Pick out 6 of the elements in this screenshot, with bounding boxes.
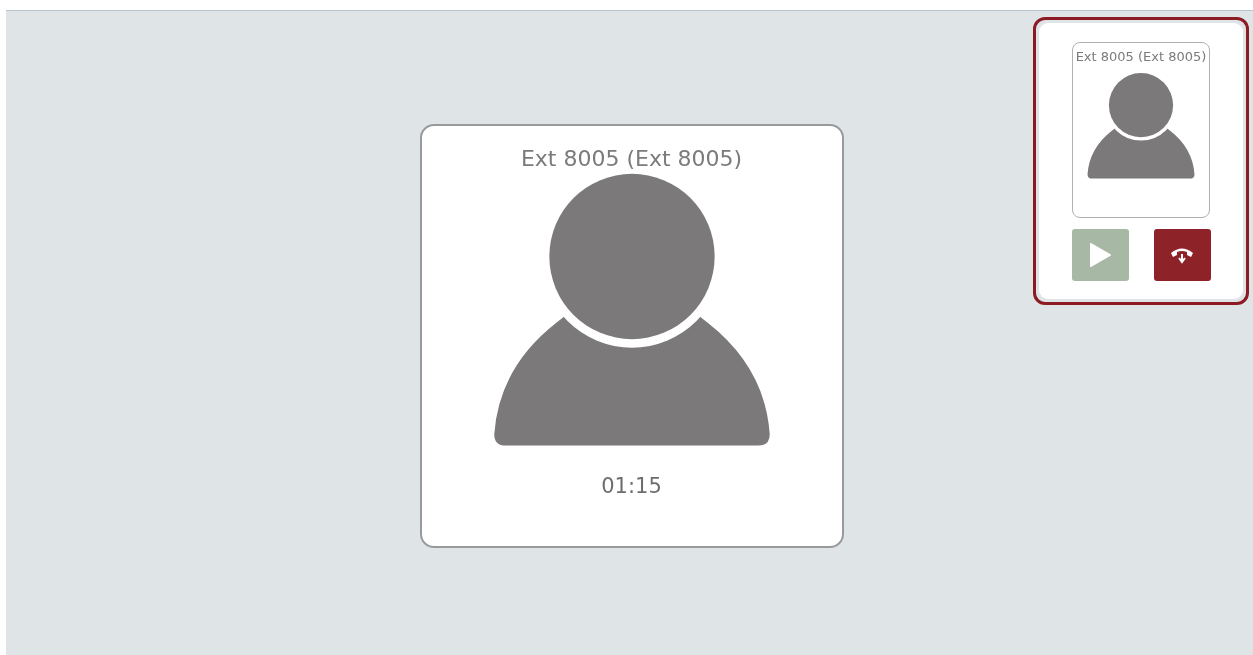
hangup-button[interactable] — [1153, 229, 1211, 281]
caller-name: Ext 8005 (Ext 8005) — [1075, 49, 1207, 64]
call-panel[interactable]: Ext 8005 (Ext 8005) — [1033, 17, 1249, 305]
caller-name: Ext 8005 (Ext 8005) — [520, 146, 743, 171]
play-icon — [1088, 242, 1112, 268]
call-timer: 01:15 — [601, 473, 662, 498]
